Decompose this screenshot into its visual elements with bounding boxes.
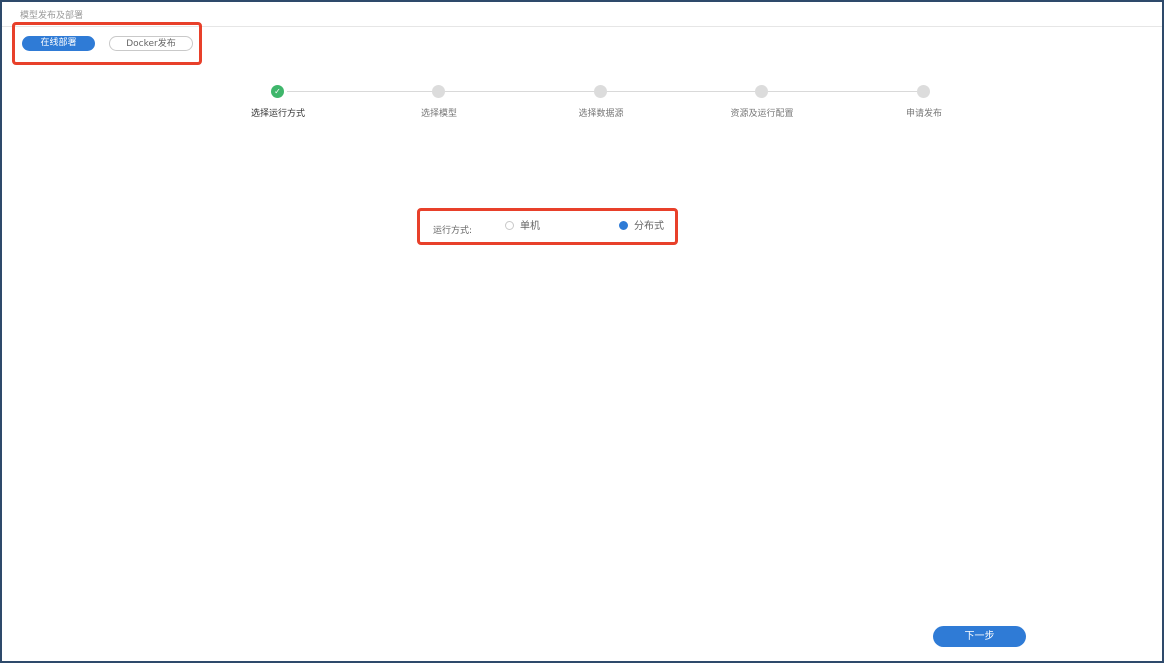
step-label: 选择模型 — [420, 109, 457, 119]
radio-standalone[interactable]: 单机 — [505, 220, 540, 232]
next-step-button[interactable]: 下一步 — [933, 626, 1026, 647]
check-icon: ✓ — [271, 85, 284, 98]
step-label: 申请发布 — [905, 109, 942, 119]
deploy-mode-tabs: 在线部署 Docker发布 — [12, 22, 202, 65]
step-dot — [432, 85, 445, 98]
window-frame: 模型发布及部署 在线部署 Docker发布 ✓ 选择运行方式 选择模型 选择数据… — [0, 0, 1164, 663]
step-label: 选择数据源 — [578, 109, 624, 119]
step-label: 选择运行方式 — [250, 109, 305, 119]
radio-circle-icon — [505, 220, 514, 230]
radio-distributed[interactable]: 分布式 — [619, 220, 664, 232]
step-dot — [917, 85, 930, 98]
radio-label: 单机 — [520, 221, 540, 232]
radio-checked-icon — [619, 220, 628, 230]
tab-online-deploy[interactable]: 在线部署 — [22, 36, 95, 51]
run-mode-label: 运行方式: — [433, 226, 473, 236]
radio-label: 分布式 — [634, 221, 664, 232]
run-mode-group: 运行方式: 单机 分布式 — [417, 208, 678, 245]
tab-docker-publish[interactable]: Docker发布 — [109, 36, 193, 51]
step-label: 资源及运行配置 — [730, 109, 794, 119]
stepper: ✓ 选择运行方式 选择模型 选择数据源 资源及运行配置 申请发布 — [2, 82, 1162, 122]
page-title: 模型发布及部署 — [20, 11, 84, 21]
step-dot — [755, 85, 768, 98]
step-dot — [594, 85, 607, 98]
